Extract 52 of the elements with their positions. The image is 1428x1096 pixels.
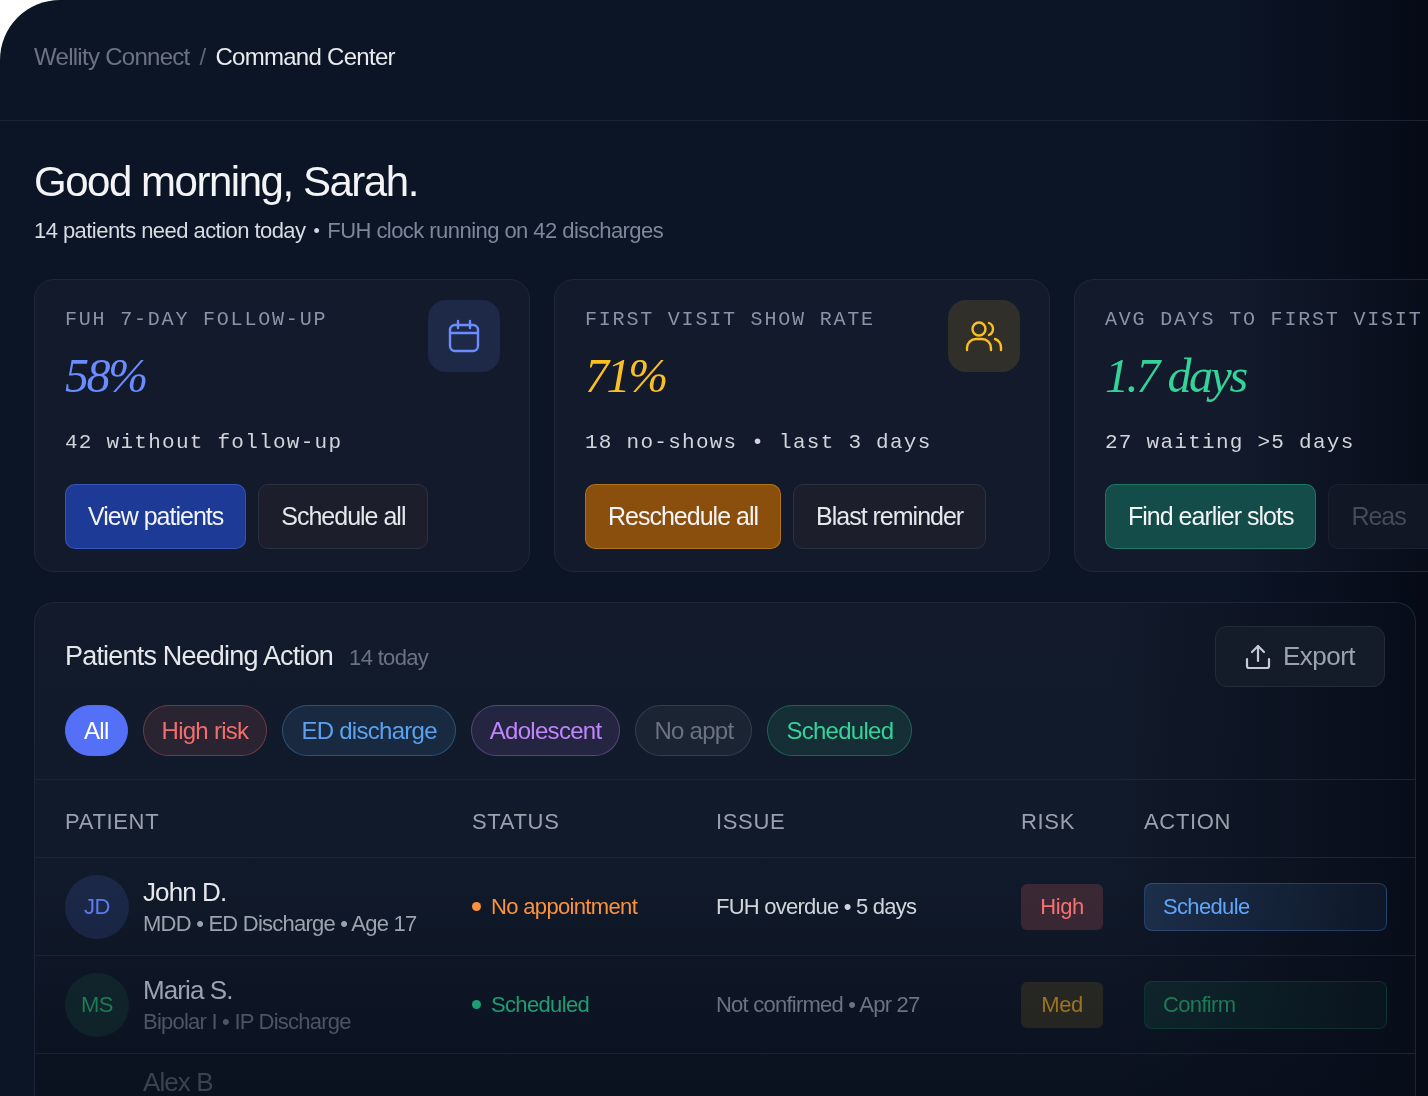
- status-text: No appointment: [491, 893, 638, 921]
- greeting-heading: Good morning, Sarah.: [34, 157, 418, 207]
- column-header: RISK: [1021, 809, 1075, 834]
- column-header: ACTION: [1144, 809, 1232, 834]
- metric-detail: 18 no-shows • last 3 days: [585, 430, 932, 456]
- column-header: STATUS: [472, 809, 560, 834]
- patient-name: Maria S.: [143, 973, 233, 1006]
- filter-chip[interactable]: Adolescent: [470, 705, 621, 756]
- patient-details: Bipolar I • IP Discharge: [143, 1007, 351, 1036]
- metric-detail: 27 waiting >5 days: [1105, 430, 1355, 456]
- row-action-button[interactable]: Schedule: [1144, 882, 1387, 931]
- people-icon: [948, 300, 1020, 372]
- summary-text: 14 patients need action today: [34, 217, 306, 245]
- patient-details: MDD • ED Discharge • Age 17: [143, 909, 417, 938]
- avatar-initials: MS: [80, 992, 114, 1017]
- metric-label: FIRST VISIT SHOW RATE: [585, 308, 875, 332]
- patient-count: 14 today: [349, 644, 429, 673]
- card-action-button[interactable]: View patients: [65, 484, 247, 549]
- breadcrumb-separator: /: [199, 42, 206, 72]
- summary-text: FUH clock running on 42 discharges: [327, 217, 664, 245]
- metric-detail: 42 without follow-up: [65, 430, 343, 456]
- risk-level: Med: [1041, 992, 1083, 1017]
- card-action-button[interactable]: Blast reminder: [793, 484, 987, 549]
- issue-text: Not confirmed • Apr 27: [716, 992, 920, 1017]
- filter-chip[interactable]: No appt: [635, 705, 753, 756]
- metric-label: FUH 7-DAY FOLLOW-UP: [65, 308, 328, 332]
- issue-text: FUH overdue • 5 days: [716, 894, 917, 919]
- card-action-button[interactable]: Find earlier slots: [1105, 484, 1317, 549]
- filter-chip[interactable]: Scheduled: [767, 705, 913, 756]
- export-button[interactable]: Export: [1215, 626, 1385, 687]
- calendar-icon: [428, 300, 500, 372]
- upload-icon: [1245, 643, 1271, 670]
- metric-value: 58%: [65, 348, 146, 404]
- separator-dot: •: [313, 220, 320, 243]
- filter-chip[interactable]: All: [65, 705, 128, 756]
- metric-label: AVG DAYS TO FIRST VISIT: [1105, 308, 1423, 332]
- avatar-initials: JD: [84, 894, 110, 919]
- breadcrumb-link[interactable]: Wellity Connect: [34, 39, 190, 75]
- card-action-button[interactable]: Schedule all: [258, 484, 429, 549]
- patient-name: John D.: [143, 875, 227, 908]
- filter-chip[interactable]: High risk: [142, 705, 268, 756]
- metric-value: 71%: [585, 348, 666, 404]
- status-text: Scheduled: [491, 991, 590, 1019]
- metric-value: 1.7 days: [1105, 348, 1246, 404]
- filter-chip[interactable]: ED discharge: [282, 705, 456, 756]
- risk-level: High: [1040, 894, 1084, 919]
- row-action-button[interactable]: Confirm: [1144, 980, 1387, 1029]
- breadcrumb-current: Command Center: [215, 42, 395, 72]
- panel-title: Patients Needing Action: [65, 640, 334, 674]
- column-header: PATIENT: [65, 809, 160, 834]
- column-header: ISSUE: [716, 809, 786, 834]
- card-action-button[interactable]: Reschedule all: [585, 484, 781, 549]
